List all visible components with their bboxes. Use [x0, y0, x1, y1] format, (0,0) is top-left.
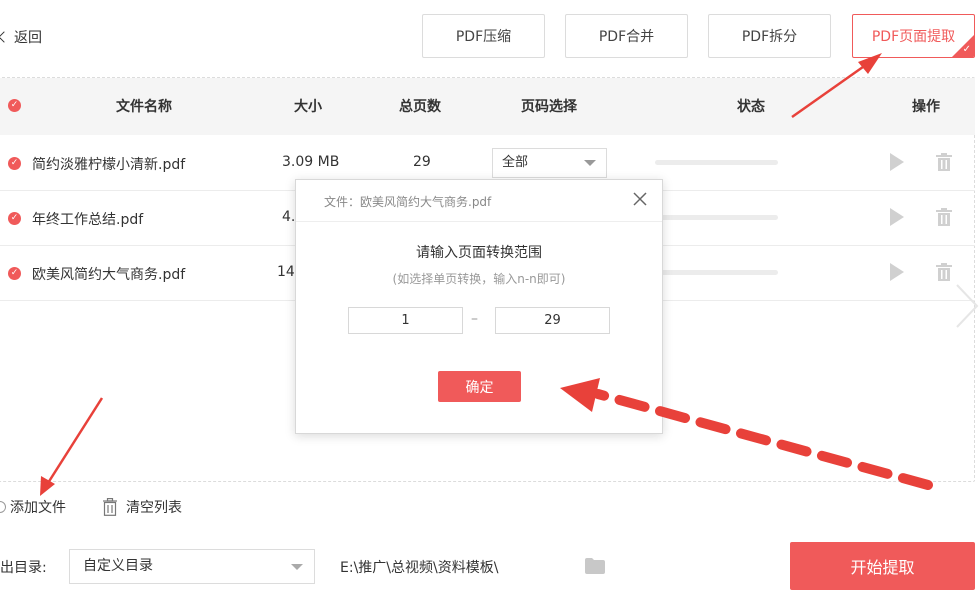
col-pages-header: 总页数 [399, 99, 441, 115]
add-file-label: 添加文件 [10, 500, 66, 516]
status-progress-bar [655, 160, 778, 165]
status-progress-bar [655, 270, 778, 275]
select-all-check-icon[interactable]: ✓ [8, 99, 21, 112]
pdf-page-extract-label: PDF页面提取 [871, 29, 956, 45]
clear-list-label: 清空列表 [126, 500, 182, 516]
chevron-down-icon [291, 564, 303, 570]
range-separator: – [471, 311, 478, 327]
clear-list-button[interactable]: 清空列表 [102, 497, 182, 517]
back-label: 返回 [14, 30, 42, 46]
range-to-input[interactable] [495, 307, 610, 334]
output-dir-dropdown[interactable]: 自定义目录 [69, 549, 315, 584]
play-icon[interactable] [890, 208, 904, 226]
dialog-title: 文件：欧美风简约大气商务.pdf [324, 195, 492, 209]
output-dir-value: 自定义目录 [83, 558, 153, 574]
play-icon[interactable] [890, 153, 904, 171]
file-name: 欧美风简约大气商务.pdf [32, 267, 186, 283]
page-select-value: 全部 [502, 155, 529, 170]
row-check-icon[interactable]: ✓ [8, 212, 21, 225]
output-path: E:\推广\总视频\资料模板\ [340, 560, 499, 576]
pdf-compress-button[interactable]: PDF压缩 [422, 14, 545, 58]
file-size: 3.09 MB [282, 154, 340, 170]
trash-icon[interactable] [936, 263, 952, 281]
pdf-split-button[interactable]: PDF拆分 [708, 14, 831, 58]
dialog-hint: (如选择单页转换，输入n-n即可) [392, 272, 566, 286]
output-dir-label: 出目录: [0, 560, 47, 576]
back-button[interactable]: 返回 [0, 26, 42, 48]
range-from-input[interactable] [348, 307, 463, 334]
folder-icon[interactable] [585, 558, 605, 574]
col-size-header: 大小 [294, 99, 322, 115]
file-name: 年终工作总结.pdf [32, 212, 144, 228]
file-pages: 29 [413, 154, 431, 170]
pdf-page-extract-button[interactable]: PDF页面提取 ✓ [852, 14, 975, 58]
col-page-select-header: 页码选择 [521, 99, 577, 115]
col-actions-header: 操作 [912, 99, 940, 115]
row-check-icon[interactable]: ✓ [8, 267, 21, 280]
dialog-prompt: 请输入页面转换范围 [416, 245, 542, 261]
confirm-button[interactable]: 确定 [438, 371, 521, 402]
trash-icon[interactable] [936, 153, 952, 171]
pdf-merge-button[interactable]: PDF合并 [565, 14, 688, 58]
row-check-icon[interactable]: ✓ [8, 157, 21, 170]
status-progress-bar [655, 215, 778, 220]
trash-outline-icon [103, 498, 117, 516]
dialog-header: 文件：欧美风简约大气商务.pdf [296, 180, 662, 222]
chevron-left-icon [0, 31, 10, 43]
add-file-button[interactable]: 添加文件 [0, 497, 66, 517]
close-icon[interactable] [632, 191, 648, 207]
col-name-header: 文件名称 [116, 99, 172, 115]
page-select-dropdown[interactable]: 全部 [492, 148, 607, 178]
page-range-dialog: 文件：欧美风简约大气商务.pdf 请输入页面转换范围 (如选择单页转换，输入n-… [295, 179, 663, 434]
add-circle-icon [0, 501, 6, 513]
col-status-header: 状态 [737, 99, 765, 115]
play-icon[interactable] [890, 263, 904, 281]
chevron-right-icon[interactable] [953, 283, 979, 329]
check-icon: ✓ [962, 44, 971, 55]
trash-icon[interactable] [936, 208, 952, 226]
chevron-down-icon [584, 160, 596, 166]
start-extract-button[interactable]: 开始提取 [790, 542, 975, 590]
file-name: 简约淡雅柠檬小清新.pdf [32, 157, 186, 173]
